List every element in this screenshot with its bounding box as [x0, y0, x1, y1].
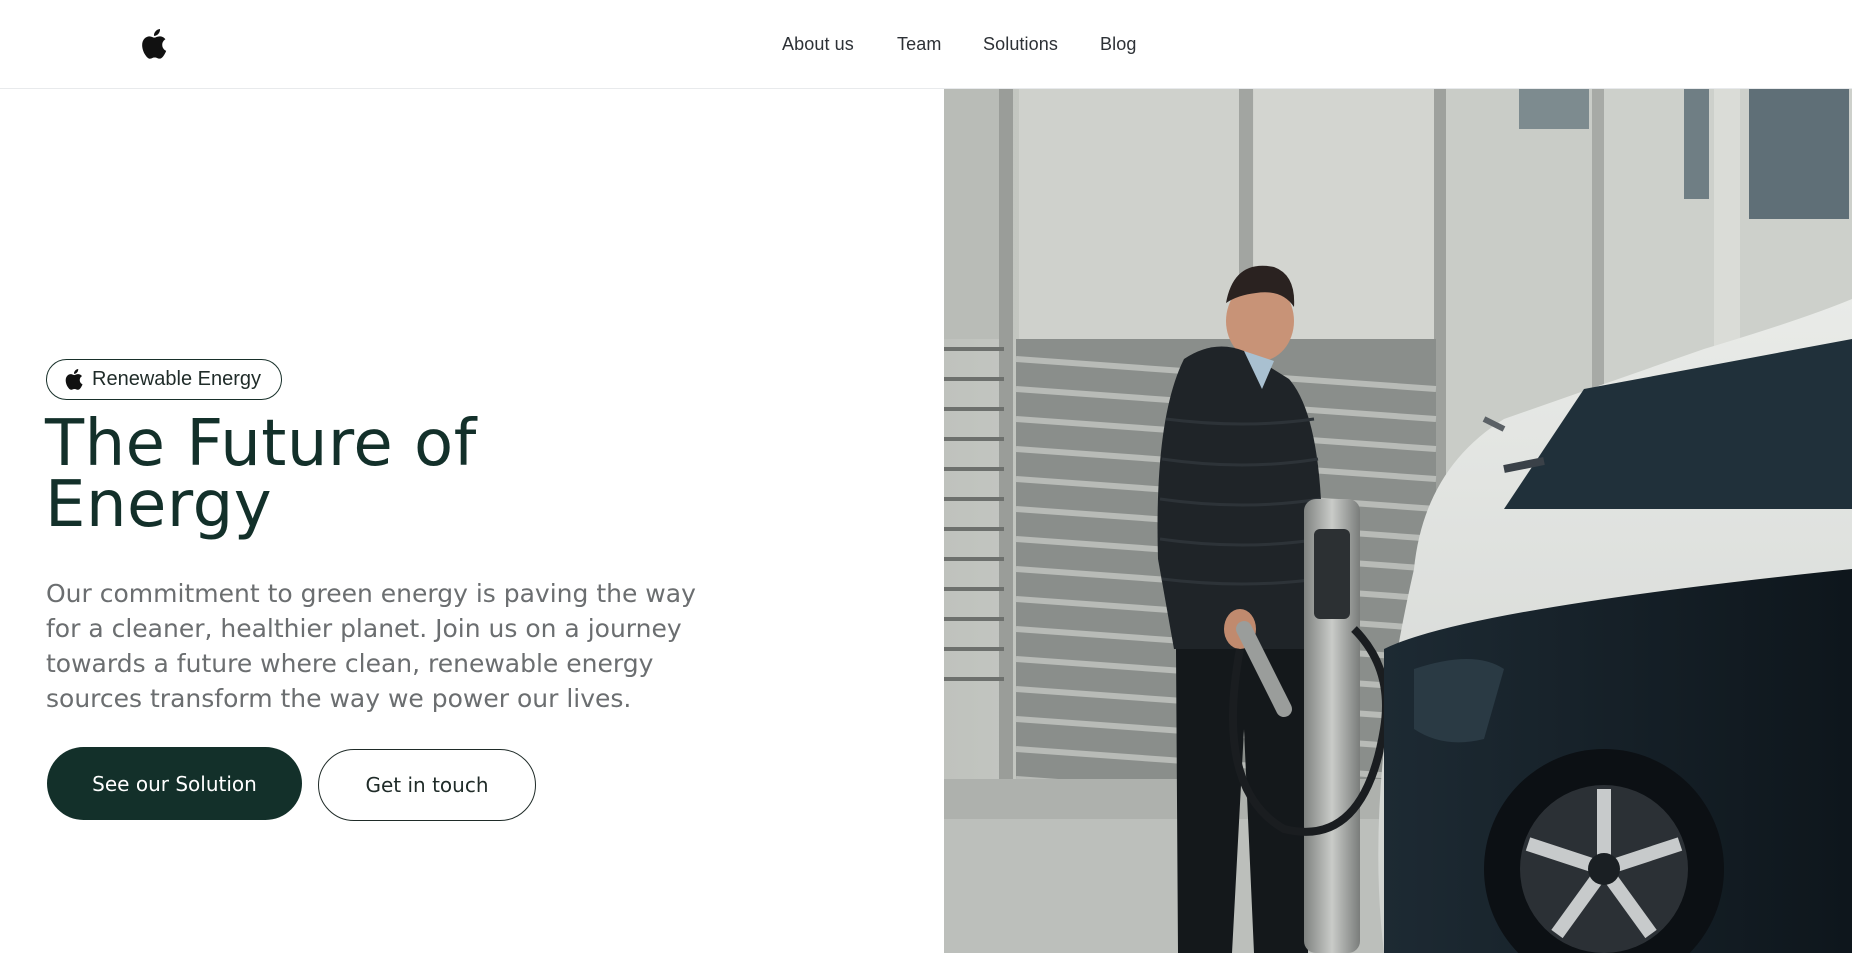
badge-label: Renewable Energy — [92, 368, 261, 390]
hero-title-line-2: Energy — [45, 468, 273, 542]
nav-link-about-us[interactable]: About us — [782, 34, 854, 55]
renewable-energy-badge: Renewable Energy — [46, 359, 282, 400]
hero-photo-illustration — [944, 89, 1852, 953]
nav-link-team[interactable]: Team — [897, 34, 941, 55]
nav-link-solutions[interactable]: Solutions — [983, 34, 1058, 55]
top-navigation-bar: About us Team Solutions Blog — [0, 0, 1852, 89]
hero-description: Our commitment to green energy is paving… — [46, 579, 696, 713]
see-our-solution-button[interactable]: See our Solution — [47, 747, 302, 820]
hero-title: The Future of Energy — [45, 412, 477, 537]
apple-icon — [65, 369, 83, 390]
main-nav: About us Team Solutions Blog — [0, 34, 1852, 58]
hero-photo-man-charging-ev — [944, 89, 1852, 953]
nav-link-blog[interactable]: Blog — [1100, 34, 1136, 55]
get-in-touch-button[interactable]: Get in touch — [318, 749, 536, 821]
